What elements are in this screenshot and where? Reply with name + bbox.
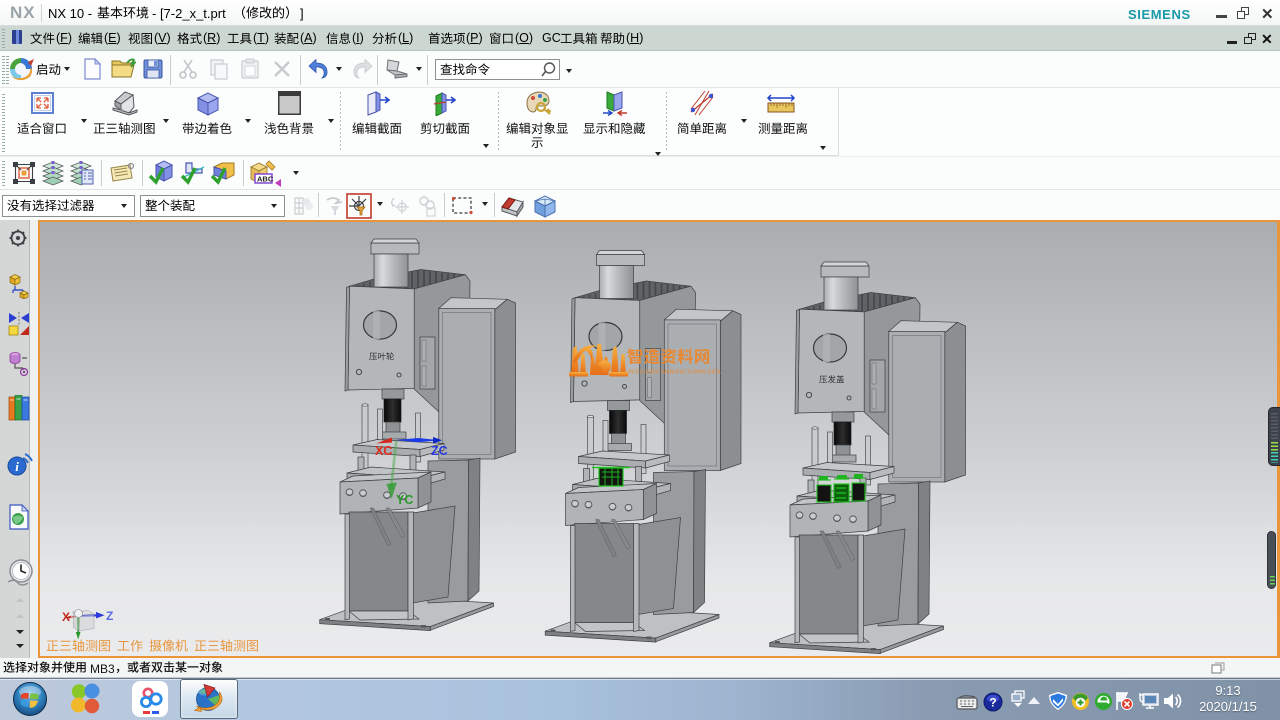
svg-text:YC: YC bbox=[396, 493, 413, 507]
svg-text:?: ? bbox=[989, 696, 996, 710]
svg-text:INTELLIGENT MANUFACTURING DATA: INTELLIGENT MANUFACTURING DATA bbox=[628, 370, 721, 376]
svg-text:ZC: ZC bbox=[431, 444, 448, 458]
svg-text:i: i bbox=[15, 459, 19, 474]
svg-text:X: X bbox=[62, 610, 70, 624]
svg-text:XC: XC bbox=[375, 444, 392, 458]
svg-text:ABC: ABC bbox=[257, 175, 274, 184]
svg-text:Z: Z bbox=[106, 609, 113, 623]
